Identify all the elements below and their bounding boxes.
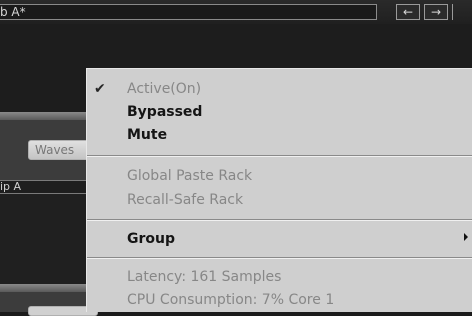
rack-title: b A* xyxy=(0,5,26,19)
menu-item-global-paste-rack[interactable]: Global Paste Rack xyxy=(127,166,252,186)
waves-button-label: Waves xyxy=(35,143,75,157)
menu-item-active-on[interactable]: Active(On) xyxy=(127,79,201,99)
menu-item-latency: Latency: 161 Samples xyxy=(127,269,282,285)
arrow-right-icon: → xyxy=(430,5,442,19)
previous-button[interactable]: ← xyxy=(396,4,420,20)
window-header: b A* ← → xyxy=(0,0,472,24)
rack-lower-area xyxy=(0,194,90,284)
checkmark-icon: ✔ xyxy=(94,81,106,97)
menu-item-recall-safe-rack[interactable]: Recall-Safe Rack xyxy=(127,190,243,210)
group-field[interactable]: ip A xyxy=(0,180,90,194)
menu-separator xyxy=(87,219,472,221)
rack-title-field[interactable]: b A* xyxy=(0,4,377,20)
plugin-panel-header-2 xyxy=(0,284,90,292)
plugin-panel-header xyxy=(0,112,90,120)
menu-separator xyxy=(87,155,472,157)
menu-item-bypassed[interactable]: Bypassed xyxy=(127,102,202,122)
menu-item-group[interactable]: Group xyxy=(127,229,175,249)
menu-item-mute[interactable]: Mute xyxy=(127,125,167,145)
submenu-arrow-icon xyxy=(464,233,468,241)
arrow-left-icon: ← xyxy=(402,5,414,19)
header-divider xyxy=(452,4,472,20)
context-menu: ✔ Active(On) Bypassed Mute Global Paste … xyxy=(86,68,472,312)
menu-item-cpu-consumption: CPU Consumption: 7% Core 1 xyxy=(127,292,335,308)
menu-separator xyxy=(87,257,472,259)
group-field-label: ip A xyxy=(0,180,22,193)
next-button[interactable]: → xyxy=(424,4,448,20)
